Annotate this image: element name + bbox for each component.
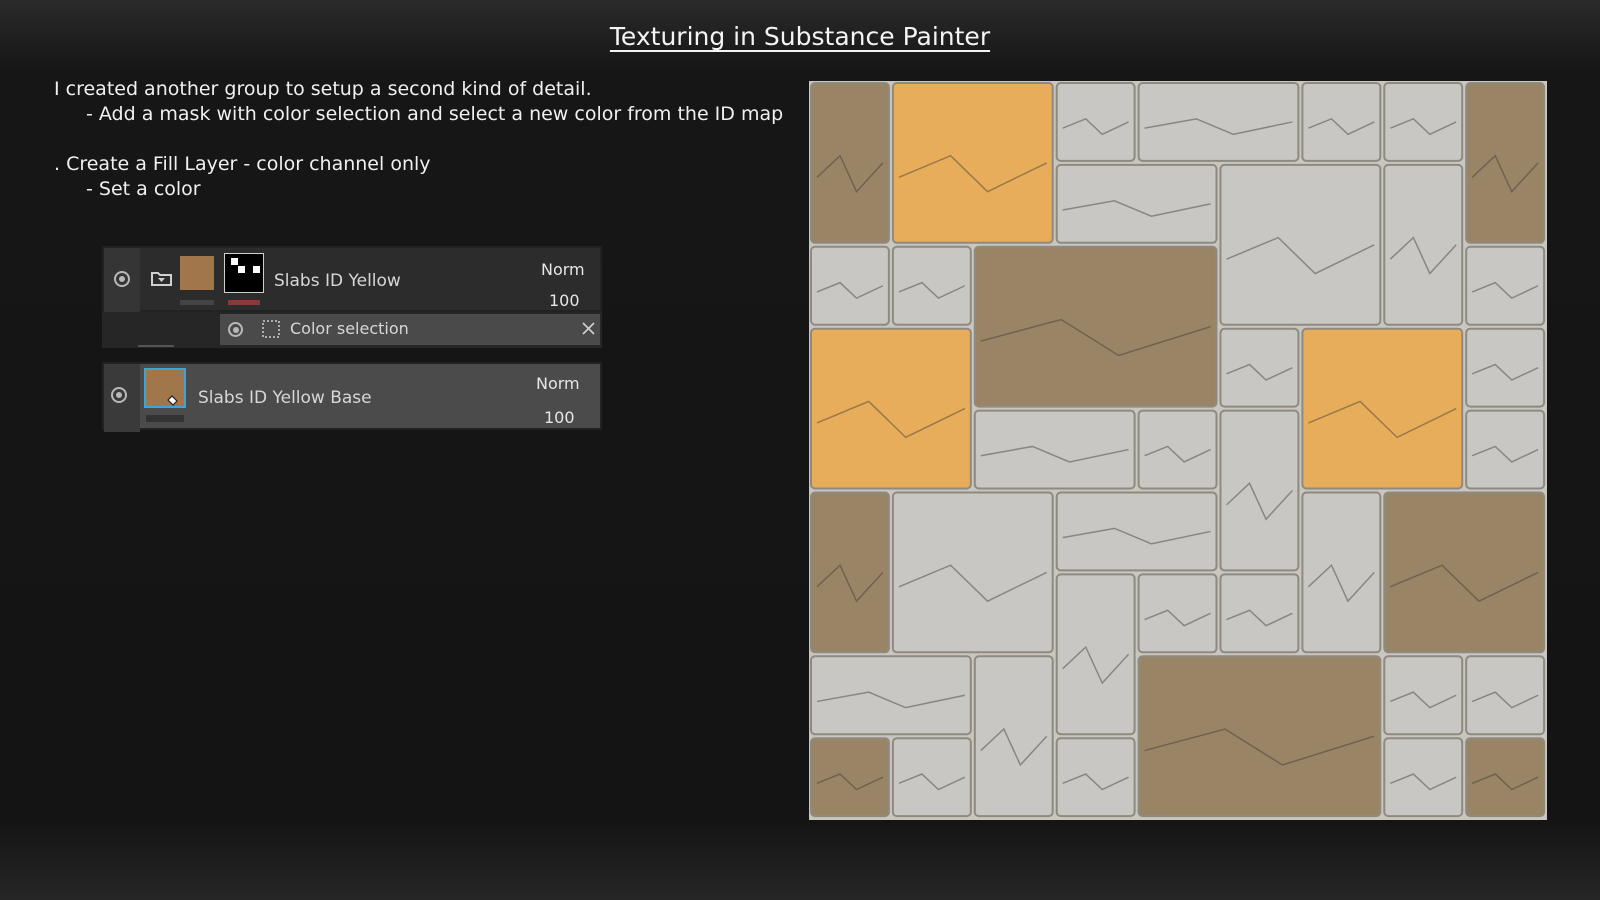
layer-name[interactable]: Slabs ID Yellow Base <box>198 388 372 408</box>
stone-slab <box>1055 491 1218 572</box>
stone-slab <box>810 655 972 736</box>
stone-slab <box>973 655 1054 818</box>
instruction-line-3: . Create a Fill Layer - color channel on… <box>54 153 431 175</box>
stone-slab <box>1383 491 1546 654</box>
texture-preview-image <box>809 81 1547 820</box>
stone-slab <box>1465 737 1546 818</box>
mask-thumbnail[interactable] <box>224 253 264 293</box>
stone-slab <box>891 737 972 818</box>
stone-slab <box>1219 327 1300 408</box>
stone-slab <box>1219 573 1300 654</box>
stone-slab <box>1055 163 1218 244</box>
instruction-line-2: - Add a mask with color selection and se… <box>86 103 784 125</box>
stone-slab <box>1383 737 1464 818</box>
visibility-toggle-icon[interactable] <box>114 271 130 287</box>
stone-slab <box>1301 82 1382 162</box>
slide-title: Texturing in Substance Painter <box>609 22 991 51</box>
folder-open-icon[interactable] <box>150 268 174 288</box>
blend-mode[interactable]: Norm <box>536 374 580 393</box>
fill-color-swatch[interactable] <box>180 256 214 290</box>
opacity-value[interactable]: 100 <box>544 408 575 427</box>
stone-slab <box>1465 245 1546 326</box>
paint-bucket-icon <box>167 395 178 406</box>
swatch-bar <box>180 300 214 305</box>
stone-slab <box>1383 82 1464 162</box>
stone-slab <box>1137 655 1382 818</box>
stone-slab <box>1055 82 1136 162</box>
stone-slab <box>1383 163 1464 326</box>
stone-slab <box>1465 409 1546 490</box>
stone-slab <box>1301 491 1382 654</box>
close-icon[interactable] <box>582 322 595 335</box>
stone-slab <box>1465 82 1546 244</box>
mask-effect-row[interactable]: Color selection <box>102 312 602 348</box>
fill-color-swatch[interactable] <box>144 368 186 408</box>
color-selection-icon <box>262 320 280 338</box>
opacity-value[interactable]: 100 <box>549 291 580 310</box>
layer-row-fill[interactable]: Slabs ID Yellow Base Norm 100 <box>102 362 602 432</box>
layer-row-group[interactable]: Slabs ID Yellow Norm 100 <box>102 246 602 314</box>
stone-slab <box>891 245 972 326</box>
instruction-line-1: I created another group to setup a secon… <box>54 78 592 100</box>
instruction-line-4: - Set a color <box>86 178 201 200</box>
blend-mode[interactable]: Norm <box>541 260 585 279</box>
stone-slab <box>973 409 1136 490</box>
stone-slab <box>891 491 1054 654</box>
stone-slab <box>1383 655 1464 736</box>
stone-slab-texture <box>810 82 1546 818</box>
layer-name[interactable]: Slabs ID Yellow <box>274 271 401 291</box>
stone-slab <box>1137 573 1218 654</box>
stone-slab <box>1137 409 1218 490</box>
stone-slab <box>1055 573 1136 736</box>
stone-slab <box>1301 327 1464 490</box>
swatch-bar <box>146 415 184 422</box>
visibility-toggle-icon[interactable] <box>111 387 127 403</box>
visibility-toggle-icon[interactable] <box>228 322 243 337</box>
stone-slab <box>973 245 1218 408</box>
stone-slab <box>810 82 890 244</box>
stone-slab <box>810 245 890 326</box>
mask-bar <box>228 300 260 305</box>
stone-slab <box>1219 163 1382 326</box>
effect-name[interactable]: Color selection <box>290 319 409 338</box>
stone-slab <box>1465 327 1546 408</box>
stone-slab <box>810 491 890 654</box>
stone-slab <box>1219 409 1300 572</box>
stone-slab <box>810 327 972 490</box>
stone-slab <box>891 82 1054 244</box>
stone-slab <box>810 737 890 818</box>
stone-slab <box>1137 82 1300 162</box>
stone-slab <box>1055 737 1136 818</box>
stone-slab <box>1465 655 1546 736</box>
